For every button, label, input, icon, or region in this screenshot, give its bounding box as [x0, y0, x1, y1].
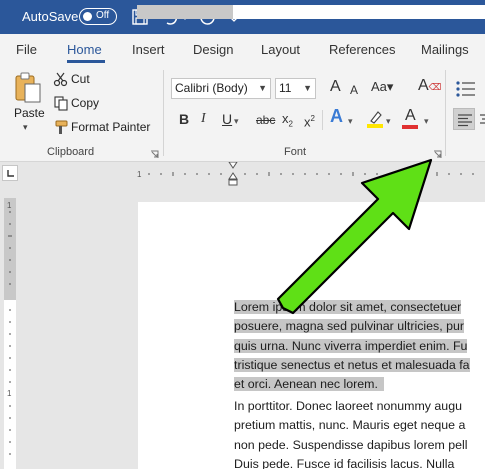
- ruler-ticks: 1: [137, 162, 474, 186]
- left-tab-icon: [7, 170, 14, 177]
- align-left-icon: [458, 114, 472, 127]
- svg-text:1: 1: [7, 389, 12, 398]
- ribbon: Paste ▾ Cut Copy Format Painter Clipboar…: [0, 64, 485, 162]
- grow-font-icon[interactable]: A: [330, 79, 341, 95]
- tab-home[interactable]: Home: [67, 42, 102, 57]
- paste-icon[interactable]: [12, 71, 44, 105]
- change-case-icon[interactable]: Aa▾: [371, 79, 393, 95]
- tab-design[interactable]: Design: [193, 42, 233, 57]
- paragraph[interactable]: In porttitor. Donec laoreet nonummy augu…: [234, 397, 485, 469]
- selected-line[interactable]: et orci. Aenean nec lorem.: [234, 377, 384, 392]
- autosave-label: AutoSave: [22, 9, 79, 24]
- selected-line[interactable]: quis urna. Nunc viverra imperdiet enim. …: [234, 338, 468, 353]
- cut-label[interactable]: Cut: [71, 72, 90, 86]
- format-painter-icon[interactable]: [53, 119, 69, 135]
- font-name-value: Calibri (Body): [175, 81, 248, 95]
- autosave-state: Off: [96, 10, 110, 21]
- selected-line[interactable]: tristique senectus et netus et malesuada…: [234, 357, 470, 372]
- paste-label[interactable]: Paste: [14, 106, 45, 120]
- clipboard-dialog-launcher-icon[interactable]: [150, 150, 159, 159]
- subscript-button[interactable]: x2: [282, 111, 293, 133]
- tab-insert[interactable]: Insert: [132, 42, 165, 57]
- text-effects-dropdown-icon[interactable]: ▾: [348, 113, 353, 129]
- clear-formatting-icon[interactable]: A⌫: [418, 78, 441, 95]
- italic-button[interactable]: I: [201, 111, 206, 127]
- font-name-combo[interactable]: Calibri (Body) ▼: [171, 78, 271, 99]
- highlighter-dropdown-icon[interactable]: ▾: [386, 113, 391, 129]
- format-painter-label[interactable]: Format Painter: [71, 120, 150, 134]
- ruler-margin: [137, 5, 233, 19]
- copy-icon[interactable]: [53, 95, 69, 111]
- text-line[interactable]: Duis pede. Fusce id facilisis lacus. Nul…: [234, 455, 485, 469]
- selected-paragraph[interactable]: Lorem ipsum dolor sit amet, consectetuer…: [234, 298, 485, 394]
- cut-icon[interactable]: [53, 71, 69, 87]
- superscript-button[interactable]: x2: [304, 111, 315, 130]
- word-window: AutoSave Off File Home Insert Design Lay…: [0, 0, 485, 469]
- font-size-combo[interactable]: 11 ▼: [275, 78, 316, 99]
- highlighter-icon[interactable]: [365, 109, 385, 129]
- align-center-icon[interactable]: [478, 112, 485, 126]
- vertical-ruler-ticks: 1 1: [7, 201, 12, 455]
- tab-selector[interactable]: [2, 165, 18, 181]
- underline-dropdown-icon[interactable]: ▾: [234, 113, 239, 129]
- paste-dropdown-icon[interactable]: ▾: [23, 122, 28, 133]
- toggle-knob: [83, 11, 92, 21]
- strikethrough-button[interactable]: abc: [256, 112, 275, 128]
- font-size-value: 11: [279, 81, 292, 95]
- text-line[interactable]: non pede. Suspendisse dapibus lorem pell: [234, 436, 485, 455]
- text-effects-button[interactable]: A: [330, 107, 343, 125]
- tab-layout[interactable]: Layout: [261, 42, 300, 57]
- shrink-font-icon[interactable]: A: [350, 82, 358, 98]
- active-tab-indicator: [67, 60, 105, 63]
- font-dialog-launcher-icon[interactable]: [433, 150, 442, 159]
- font-name-dropdown-icon[interactable]: ▼: [258, 79, 267, 98]
- selected-line[interactable]: Lorem ipsum dolor sit amet, consectetuer: [234, 300, 462, 314]
- svg-text:1: 1: [137, 170, 142, 179]
- font-color-button[interactable]: A: [405, 108, 416, 124]
- font-color-dropdown-icon[interactable]: ▾: [424, 113, 429, 129]
- copy-label[interactable]: Copy: [71, 96, 99, 110]
- clipboard-group-label: Clipboard: [47, 146, 95, 158]
- bold-button[interactable]: B: [179, 111, 189, 127]
- group-separator: [445, 70, 446, 156]
- autosave-toggle[interactable]: Off: [79, 8, 117, 25]
- bullets-icon[interactable]: [455, 80, 477, 98]
- text-line[interactable]: pretium mattis, nunc. Mauris eget neque …: [234, 416, 485, 435]
- underline-button[interactable]: U: [222, 111, 232, 127]
- text-line[interactable]: In porttitor. Donec laoreet nonummy augu: [234, 397, 485, 416]
- group-separator: [163, 70, 164, 156]
- svg-text:1: 1: [7, 201, 12, 210]
- font-separator: [322, 110, 323, 130]
- font-color-swatch: [402, 125, 418, 129]
- font-size-dropdown-icon[interactable]: ▼: [303, 79, 312, 98]
- tab-references[interactable]: References: [329, 42, 395, 57]
- tab-file[interactable]: File: [16, 42, 37, 57]
- font-group-label: Font: [284, 146, 307, 158]
- selected-line[interactable]: posuere, magna sed pulvinar ultricies, p…: [234, 319, 465, 334]
- align-left-button[interactable]: [453, 108, 475, 130]
- document-body[interactable]: Lorem ipsum dolor sit amet, consectetuer…: [234, 298, 485, 469]
- tab-mailings[interactable]: Mailings: [421, 42, 469, 57]
